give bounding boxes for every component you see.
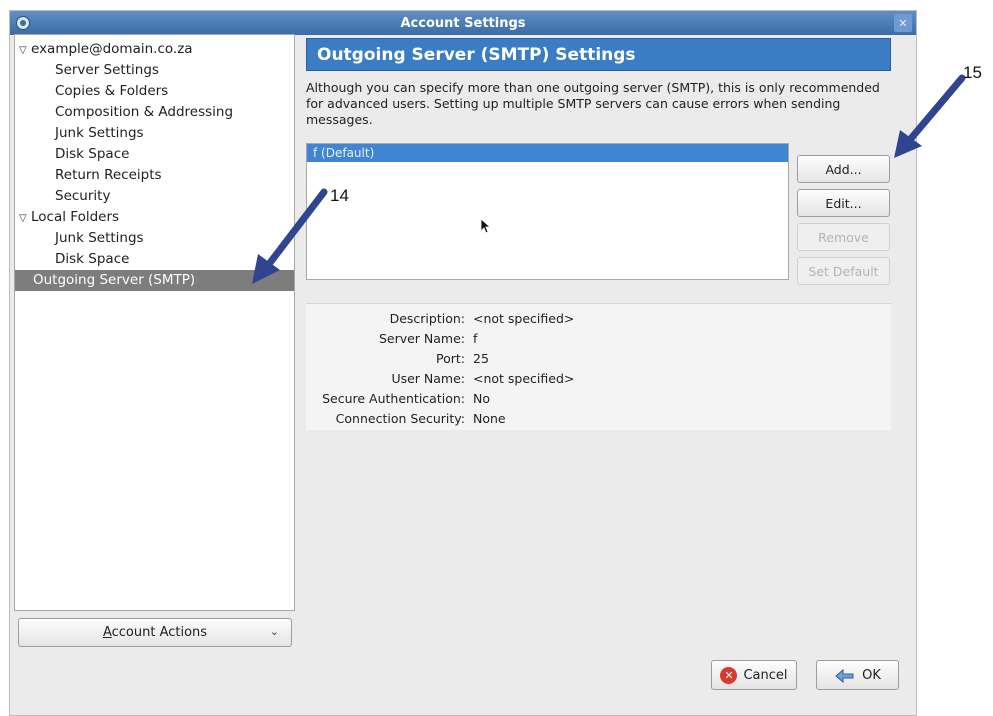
- detail-row: Server Name: f: [306, 329, 891, 349]
- set-default-button[interactable]: Set Default: [797, 257, 890, 285]
- close-button[interactable]: ✕: [894, 14, 912, 32]
- remove-button[interactable]: Remove: [797, 223, 890, 251]
- tree-item-composition-addressing[interactable]: Composition & Addressing: [15, 102, 294, 123]
- tree-item-label: Server Settings: [55, 62, 159, 78]
- chevron-down-icon: ⌄: [269, 625, 279, 638]
- tree-item-label: Return Receipts: [55, 167, 162, 183]
- detail-key: Secure Authentication:: [322, 391, 465, 406]
- edit-button[interactable]: Edit...: [797, 189, 890, 217]
- tree-item-label: Disk Space: [55, 251, 130, 267]
- list-item[interactable]: f (Default): [307, 144, 788, 162]
- tree-item-disk-space[interactable]: Disk Space: [15, 144, 294, 165]
- detail-row: Secure Authentication: No: [306, 389, 891, 409]
- account-actions-button[interactable]: Account Actions ⌄: [18, 618, 292, 647]
- app-icon[interactable]: [16, 16, 30, 30]
- detail-row: Connection Security: None: [306, 409, 891, 429]
- detail-key: Server Name:: [378, 331, 465, 346]
- title-bar: Account Settings ✕: [10, 11, 916, 35]
- tree-item-label: Outgoing Server (SMTP): [33, 272, 196, 288]
- detail-key: Connection Security:: [335, 411, 465, 426]
- smtp-server-list[interactable]: f (Default): [306, 143, 789, 280]
- tree-item-label: example@domain.co.za: [31, 41, 193, 57]
- detail-value: None: [473, 411, 506, 426]
- dialog-title: Account Settings: [400, 15, 526, 31]
- detail-value: <not specified>: [473, 311, 575, 326]
- ok-label: OK: [862, 667, 881, 683]
- cancel-label: Cancel: [743, 667, 788, 683]
- detail-key: User Name:: [391, 371, 465, 386]
- close-icon: ✕: [898, 16, 908, 30]
- twisty-open-icon[interactable]: ▽: [19, 40, 31, 61]
- twisty-open-icon[interactable]: ▽: [19, 208, 31, 229]
- tree-item-label: Junk Settings: [55, 125, 144, 141]
- tree-item-return-receipts[interactable]: Return Receipts: [15, 165, 294, 186]
- server-details: Description: <not specified> Server Name:…: [306, 303, 891, 430]
- tree-item-account[interactable]: ▽ example@domain.co.za: [15, 39, 294, 60]
- panel-description: Although you can specify more than one o…: [306, 80, 880, 127]
- account-actions-label: Account Actions: [102, 625, 208, 640]
- ok-icon: [835, 668, 854, 683]
- add-button[interactable]: Add...: [797, 155, 890, 183]
- tree-item-copies-folders[interactable]: Copies & Folders: [15, 81, 294, 102]
- annotation-arrow-14: [252, 188, 328, 284]
- mouse-cursor-icon: [480, 218, 490, 234]
- detail-key: Port:: [436, 351, 465, 366]
- detail-value: 25: [473, 351, 489, 366]
- tree-item-label: Junk Settings: [55, 230, 144, 246]
- annotation-arrow-15: [894, 74, 966, 158]
- panel-title: Outgoing Server (SMTP) Settings: [306, 38, 891, 71]
- tree-item-label: Local Folders: [31, 209, 120, 225]
- tree-item-label: Copies & Folders: [55, 83, 169, 99]
- detail-row: Port: 25: [306, 349, 891, 369]
- tree-item-label: Disk Space: [55, 146, 130, 162]
- callout-14: 14: [330, 186, 349, 205]
- cancel-icon: ✕: [720, 666, 738, 684]
- tree-item-label: Security: [55, 188, 111, 204]
- tree-item-junk-settings[interactable]: Junk Settings: [15, 123, 294, 144]
- callout-15: 15: [963, 63, 982, 82]
- detail-value: No: [473, 391, 490, 406]
- detail-row: Description: <not specified>: [306, 309, 891, 329]
- detail-key: Description:: [389, 311, 465, 326]
- tree-item-server-settings[interactable]: Server Settings: [15, 60, 294, 81]
- account-tree: ▽ example@domain.co.za Server Settings Co…: [14, 34, 295, 611]
- detail-value: <not specified>: [473, 371, 575, 386]
- cancel-button[interactable]: ✕ Cancel: [711, 660, 797, 690]
- tree-item-label: Composition & Addressing: [55, 104, 234, 120]
- ok-button[interactable]: OK: [816, 660, 899, 690]
- detail-row: User Name: <not specified>: [306, 369, 891, 389]
- detail-value: f: [473, 331, 478, 346]
